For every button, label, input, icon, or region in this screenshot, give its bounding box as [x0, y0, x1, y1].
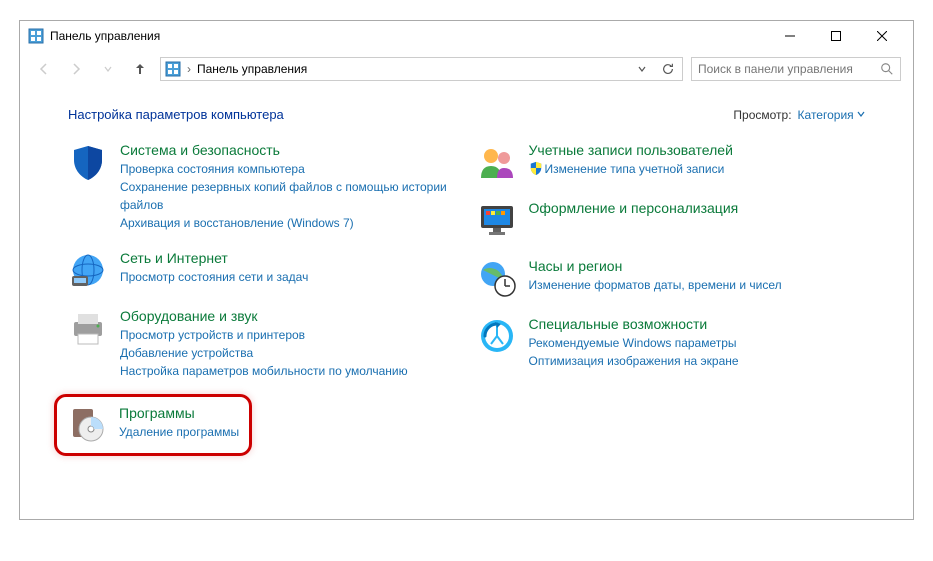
minimize-button[interactable]: [767, 21, 813, 51]
category-programs: Программы Удаление программы: [67, 405, 239, 445]
control-panel-icon: [28, 28, 44, 44]
navbar: › Панель управления: [20, 51, 913, 87]
search-icon: [880, 62, 894, 76]
category-hardware: Оборудование и звук Просмотр устройств и…: [68, 308, 457, 380]
category-link[interactable]: Настройка параметров мобильности по умол…: [120, 362, 457, 380]
category-link[interactable]: Архивация и восстановление (Windows 7): [120, 214, 457, 232]
category-link[interactable]: Добавление устройства: [120, 344, 457, 362]
view-control: Просмотр: Категория: [733, 108, 865, 122]
printer-icon: [68, 308, 108, 348]
category-title[interactable]: Оборудование и звук: [120, 308, 457, 324]
address-dropdown[interactable]: [632, 59, 652, 79]
category-link[interactable]: Просмотр состояния сети и задач: [120, 268, 457, 286]
category-title[interactable]: Программы: [119, 405, 239, 421]
clock-globe-icon: [477, 258, 517, 298]
category-link[interactable]: Сохранение резервных копий файлов с помо…: [120, 178, 457, 214]
category-security: Система и безопасность Проверка состояни…: [68, 142, 457, 232]
control-panel-icon: [165, 61, 181, 77]
ease-of-access-icon: [477, 316, 517, 356]
category-clock: Часы и регион Изменение форматов даты, в…: [477, 258, 866, 298]
close-button[interactable]: [859, 21, 905, 51]
category-accessibility: Специальные возможности Рекомендуемые Wi…: [477, 316, 866, 370]
content-area: Настройка параметров компьютера Просмотр…: [20, 87, 913, 476]
up-button[interactable]: [128, 57, 152, 81]
category-link[interactable]: Проверка состояния компьютера: [120, 160, 457, 178]
category-link[interactable]: Просмотр устройств и принтеров: [120, 326, 457, 344]
maximize-button[interactable]: [813, 21, 859, 51]
refresh-button[interactable]: [658, 59, 678, 79]
category-link[interactable]: Изменение типа учетной записи: [529, 160, 866, 178]
page-title: Настройка параметров компьютера: [68, 107, 733, 122]
category-link[interactable]: Изменение форматов даты, времени и чисел: [529, 276, 866, 294]
back-button[interactable]: [32, 57, 56, 81]
titlebar: Панель управления: [20, 21, 913, 51]
view-label: Просмотр:: [733, 108, 791, 122]
search-box[interactable]: [691, 57, 901, 81]
chevron-right-icon: ›: [187, 62, 191, 76]
disc-box-icon: [67, 405, 107, 445]
recent-dropdown[interactable]: [96, 57, 120, 81]
forward-button[interactable]: [64, 57, 88, 81]
category-link[interactable]: Оптимизация изображения на экране: [529, 352, 866, 370]
category-title[interactable]: Сеть и Интернет: [120, 250, 457, 266]
category-title[interactable]: Специальные возможности: [529, 316, 866, 332]
monitor-colors-icon: [477, 200, 517, 240]
uac-shield-icon: [529, 161, 543, 175]
address-path: Панель управления: [197, 62, 307, 76]
address-bar[interactable]: › Панель управления: [160, 57, 683, 81]
search-input[interactable]: [698, 62, 880, 76]
category-link[interactable]: Удаление программы: [119, 423, 239, 441]
category-link[interactable]: Рекомендуемые Windows параметры: [529, 334, 866, 352]
category-network: Сеть и Интернет Просмотр состояния сети …: [68, 250, 457, 290]
control-panel-window: Панель управления › Панель управления На…: [19, 20, 914, 520]
category-users: Учетные записи пользователей Изменение т…: [477, 142, 866, 182]
category-title[interactable]: Учетные записи пользователей: [529, 142, 866, 158]
shield-icon: [68, 142, 108, 182]
category-title[interactable]: Оформление и персонализация: [529, 200, 866, 216]
category-title[interactable]: Часы и регион: [529, 258, 866, 274]
globe-icon: [68, 250, 108, 290]
category-appearance: Оформление и персонализация: [477, 200, 866, 240]
highlighted-category: Программы Удаление программы: [54, 394, 252, 456]
view-dropdown[interactable]: Категория: [798, 108, 865, 122]
window-title: Панель управления: [50, 29, 767, 43]
category-title[interactable]: Система и безопасность: [120, 142, 457, 158]
users-icon: [477, 142, 517, 182]
